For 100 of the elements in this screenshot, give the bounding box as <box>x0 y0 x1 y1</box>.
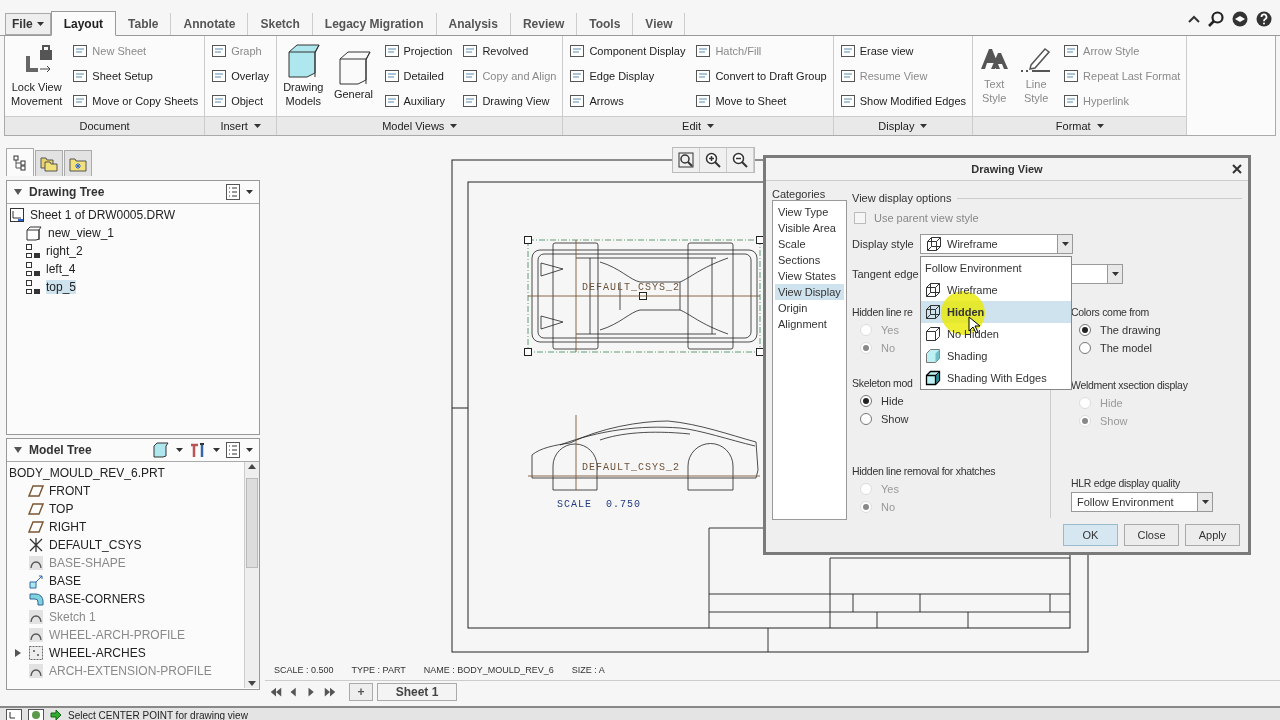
tree-item[interactable]: FRONT <box>49 484 91 498</box>
ribbon-tab[interactable]: Tools <box>577 13 634 35</box>
ribbon-button[interactable]: Component Display <box>567 38 688 63</box>
ribbon-button[interactable]: Revolved <box>460 38 559 63</box>
ribbon-button[interactable]: Arrows <box>567 88 688 113</box>
help-icon[interactable] <box>1256 11 1272 27</box>
sheet-info: SCALE : 0.500 <box>274 665 334 675</box>
ribbon-button[interactable]: Convert to Draft Group <box>693 63 829 88</box>
navigator-tab[interactable] <box>6 148 34 176</box>
scrollbar[interactable] <box>244 462 259 688</box>
tree-item[interactable]: Sketch 1 <box>49 610 96 624</box>
ribbon-button[interactable]: Overlay <box>209 63 273 88</box>
radio-button[interactable] <box>860 395 872 407</box>
ribbon-button[interactable]: Lock View Movement <box>9 38 65 112</box>
ribbon-button[interactable]: Sheet Setup <box>70 63 201 88</box>
tree-item[interactable]: right_2 <box>46 244 83 258</box>
navigator-tab[interactable] <box>64 150 92 176</box>
list-icon[interactable] <box>226 442 240 458</box>
tools-icon[interactable] <box>189 442 207 458</box>
expand-arrow-icon[interactable] <box>13 445 23 455</box>
close-icon[interactable] <box>1232 164 1242 174</box>
dropdown-option[interactable]: Shading With Edges <box>921 367 1071 389</box>
ribbon-button[interactable]: Detailed <box>381 63 455 88</box>
ribbon-button[interactable]: Auxiliary <box>381 88 455 113</box>
expand-arrow-icon[interactable] <box>13 648 23 658</box>
ribbon-button[interactable]: Move or Copy Sheets <box>70 88 201 113</box>
ribbon-tab[interactable]: Table <box>116 13 172 35</box>
category-item[interactable]: Visible Area <box>775 220 844 236</box>
display-style-dropdown[interactable]: Wireframe <box>920 234 1073 254</box>
add-sheet-button[interactable]: + <box>349 683 373 701</box>
ribbon-tab[interactable]: Analysis <box>436 13 511 35</box>
tree-item[interactable]: BODY_MOULD_REV_6.PRT <box>9 466 165 480</box>
scale-note: SCALE 0.750 <box>557 499 641 510</box>
ribbon-tab[interactable]: Review <box>510 13 578 35</box>
ribbon-button[interactable]: Drawing Models <box>281 38 326 112</box>
category-item[interactable]: Alignment <box>775 316 844 332</box>
frame-icon <box>211 43 228 58</box>
radio-button[interactable] <box>1079 342 1091 354</box>
ribbon-button[interactable]: Projection <box>381 38 455 63</box>
category-item[interactable]: Origin <box>775 300 844 316</box>
category-item[interactable]: View Display <box>775 284 844 300</box>
dialog-button[interactable]: Apply <box>1185 524 1240 546</box>
tree-item[interactable]: left_4 <box>46 262 76 276</box>
radio-button[interactable] <box>860 413 872 425</box>
tree-item[interactable]: new_view_1 <box>48 226 115 240</box>
frame-icon <box>72 93 89 108</box>
search-icon[interactable] <box>1208 11 1224 27</box>
expand-arrow-icon[interactable] <box>13 187 23 197</box>
dialog-button[interactable]: Close <box>1124 524 1179 546</box>
ribbon-button[interactable]: Erase view <box>837 38 969 63</box>
tree-item[interactable]: top_5 <box>46 280 77 294</box>
list-icon[interactable] <box>226 184 240 200</box>
arrow-down-icon[interactable] <box>247 680 257 688</box>
dropdown-option[interactable]: Follow Environment <box>921 257 1071 279</box>
ribbon-tab[interactable]: Sketch <box>248 13 313 35</box>
tree-item[interactable]: BASE-CORNERS <box>49 592 146 606</box>
dropdown-option[interactable]: Wireframe <box>921 279 1071 301</box>
tree-item[interactable]: WHEEL-ARCHES <box>49 646 146 660</box>
caret-icon <box>1201 500 1209 504</box>
ribbon-tab[interactable]: Layout <box>50 11 116 36</box>
ribbon-button[interactable]: Show Modified Edges <box>837 88 969 113</box>
globe-icon[interactable] <box>28 709 44 720</box>
category-item[interactable]: View States <box>775 268 844 284</box>
block-icon[interactable] <box>152 442 170 458</box>
radio-button[interactable] <box>1079 324 1091 336</box>
tree-item[interactable]: Sheet 1 of DRW0005.DRW <box>30 208 175 222</box>
tree-item[interactable]: RIGHT <box>49 520 87 534</box>
dropdown-option[interactable]: Shading <box>921 345 1071 367</box>
tree-item[interactable]: TOP <box>49 502 74 516</box>
hlr-quality-dropdown[interactable]: Follow Environment <box>1071 492 1213 512</box>
tree-item[interactable]: DEFAULT_CSYS <box>49 538 142 552</box>
ribbon-button[interactable]: Move to Sheet <box>693 88 829 113</box>
arrow-up-icon[interactable] <box>247 462 257 470</box>
category-item[interactable]: View Type <box>775 204 844 220</box>
ribbon-button[interactable]: Edge Display <box>567 63 688 88</box>
tree-item[interactable]: BASE <box>49 574 81 588</box>
wireframe-icon <box>926 236 942 252</box>
ribbon-button[interactable]: General <box>331 38 376 112</box>
last-icon[interactable] <box>323 685 337 699</box>
sketch-icon <box>28 609 44 625</box>
ribbon-tab[interactable]: View <box>633 13 686 35</box>
tree-icon[interactable] <box>6 709 22 720</box>
badge-icon[interactable] <box>1232 11 1248 27</box>
ribbon-tab[interactable]: Legacy Migration <box>312 13 437 35</box>
sheet-tab[interactable]: Sheet 1 <box>377 683 457 701</box>
ribbon-button[interactable]: Drawing View <box>460 88 559 113</box>
caret-icon[interactable] <box>1188 15 1200 23</box>
ribbon-tab[interactable]: Annotate <box>171 13 249 35</box>
first-icon[interactable] <box>269 685 283 699</box>
scrollbar-thumb[interactable] <box>246 478 258 568</box>
ribbon-button[interactable]: Object <box>209 88 273 113</box>
category-item[interactable]: Sections <box>775 252 844 268</box>
dialog-button[interactable]: OK <box>1063 524 1118 546</box>
sketch-icon <box>28 555 44 571</box>
category-item[interactable]: Scale <box>775 236 844 252</box>
file-menu[interactable]: File <box>5 13 51 35</box>
frame-icon <box>1063 68 1080 83</box>
navigator-tab[interactable] <box>35 150 63 176</box>
caret-icon <box>176 448 183 452</box>
frame-icon <box>839 68 856 83</box>
